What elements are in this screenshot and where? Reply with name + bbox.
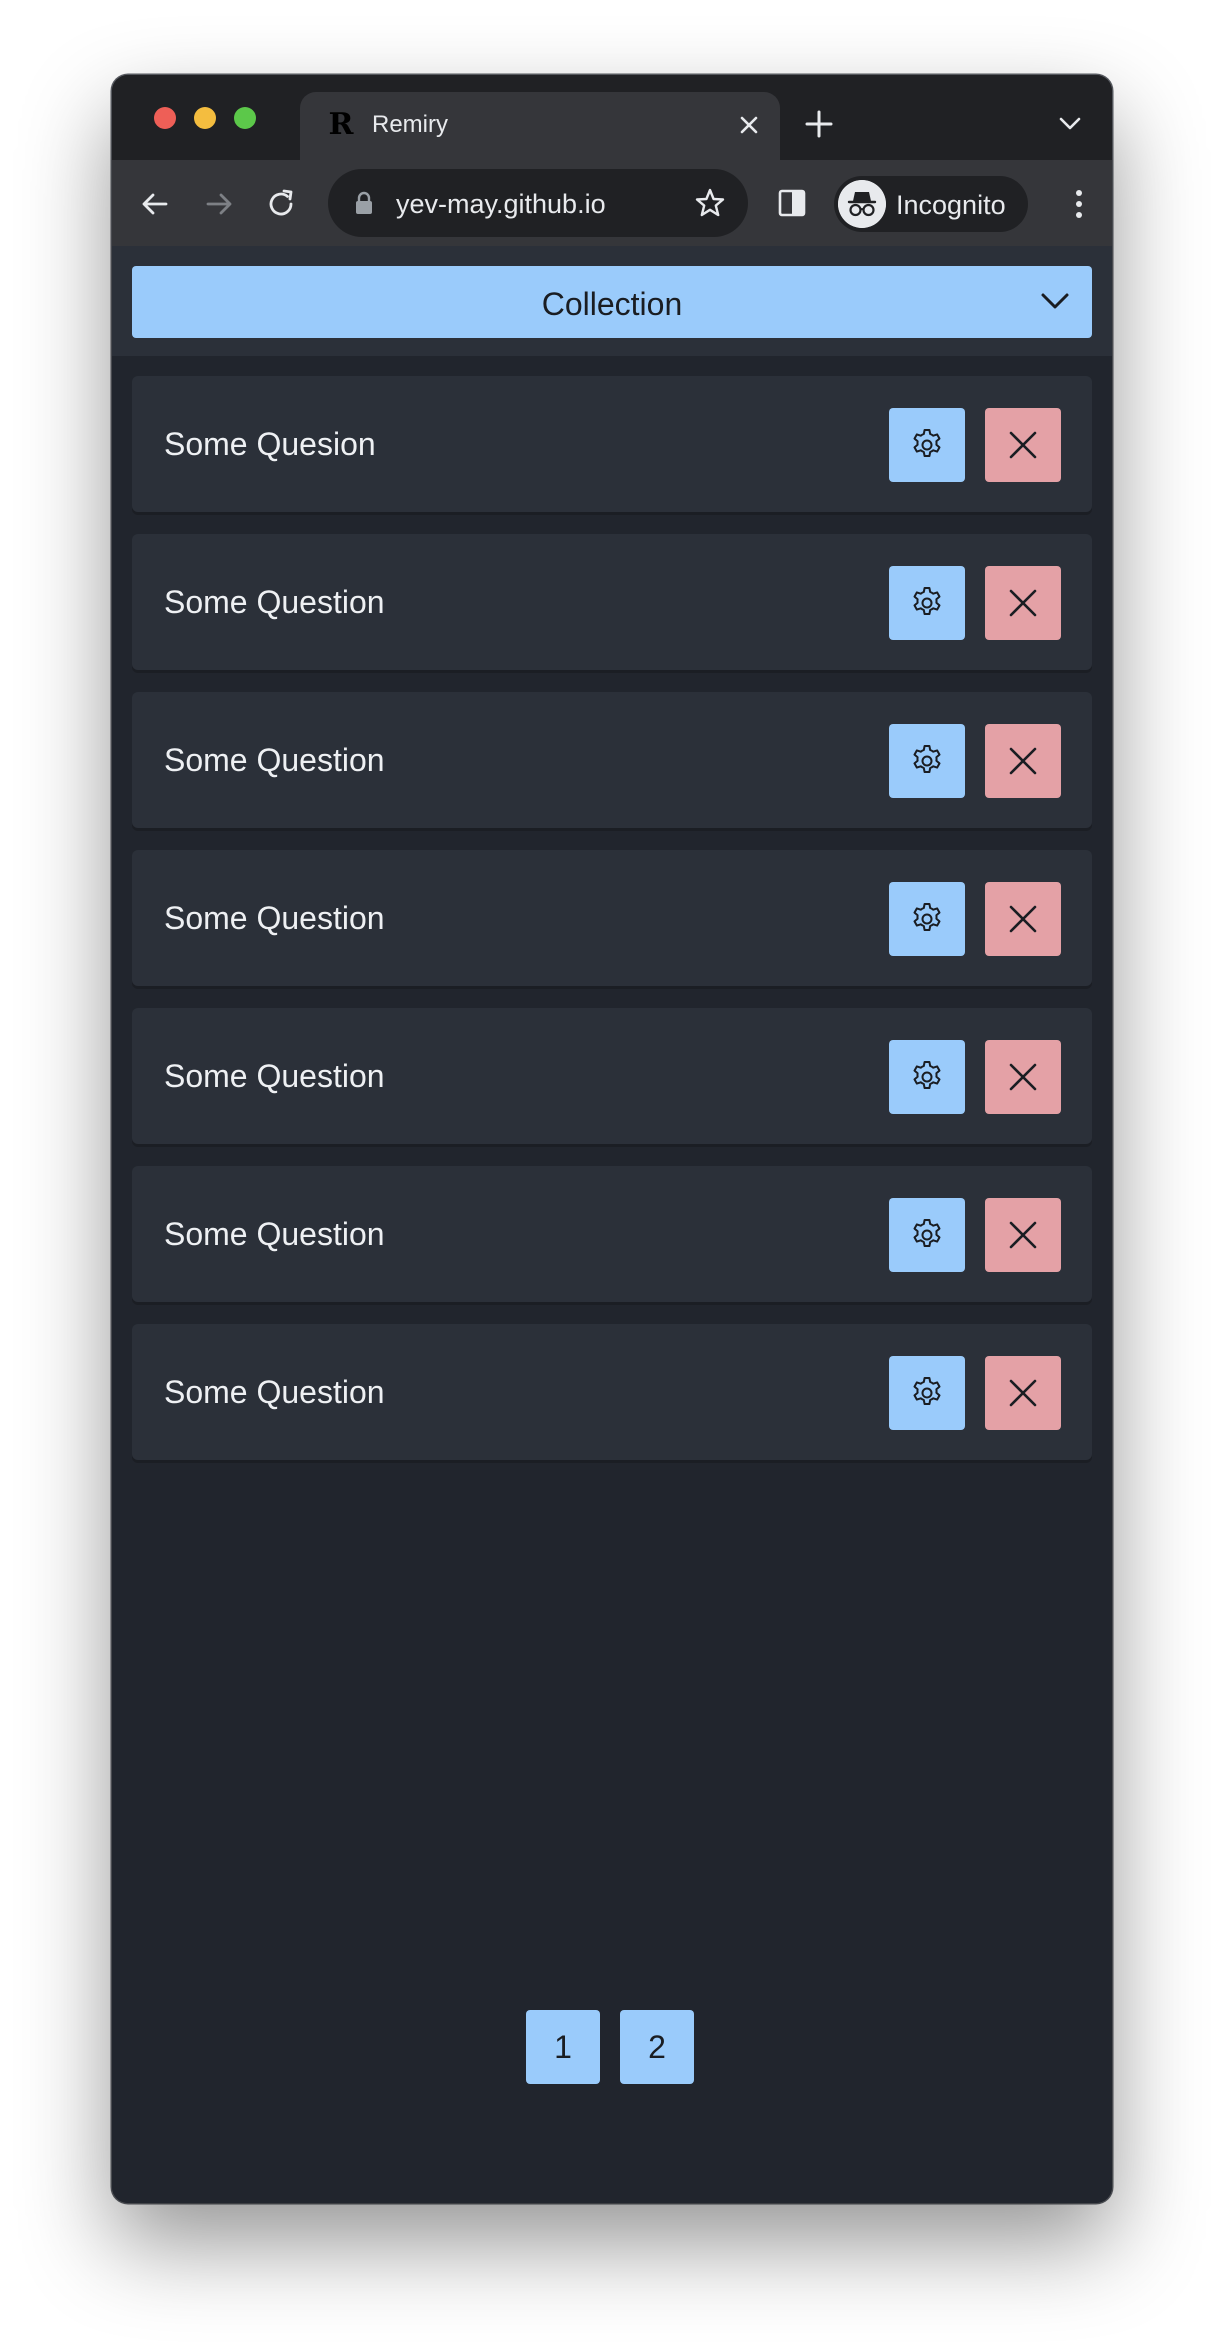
question-row[interactable]: Some Question [132, 850, 1092, 986]
more-icon[interactable] [1074, 188, 1084, 220]
minimize-window-button[interactable] [194, 107, 216, 129]
close-icon [1009, 1221, 1037, 1249]
profile-label: Incognito [896, 190, 1006, 220]
page-button-2[interactable]: 2 [620, 2010, 694, 2084]
gear-icon [913, 1377, 941, 1405]
back-icon[interactable] [138, 187, 172, 221]
settings-button[interactable] [889, 408, 965, 482]
new-tab-icon[interactable] [804, 109, 834, 139]
tab-strip: R Remiry [112, 75, 1112, 160]
question-label: Some Question [164, 1216, 385, 1252]
close-icon [1009, 747, 1037, 775]
settings-button[interactable] [889, 882, 965, 956]
delete-button[interactable] [985, 724, 1061, 798]
question-row[interactable]: Some Question [132, 534, 1092, 670]
collection-label: Collection [541, 286, 683, 322]
question-label: Some Question [164, 584, 385, 620]
reload-icon[interactable] [264, 187, 298, 221]
question-label: Some Question [164, 1374, 385, 1410]
tab-search-chevron-icon[interactable] [1058, 115, 1082, 133]
incognito-icon [838, 180, 886, 228]
side-panel-icon[interactable] [776, 187, 808, 219]
gear-icon [913, 587, 941, 615]
gear-icon [913, 1219, 941, 1247]
browser-toolbar: yev-may.github.io Incognito [112, 160, 1112, 247]
close-icon [1009, 431, 1037, 459]
profile-button[interactable]: Incognito [834, 176, 1028, 232]
delete-button[interactable] [985, 566, 1061, 640]
delete-button[interactable] [985, 408, 1061, 482]
browser-window: R Remiry yev-may.github.io Incognito Col… [112, 75, 1112, 2203]
question-label: Some Question [164, 900, 385, 936]
collection-header: Collection [112, 246, 1112, 356]
gear-icon [913, 429, 941, 457]
question-label: Some Quesion [164, 426, 376, 462]
close-icon [1009, 1063, 1037, 1091]
delete-button[interactable] [985, 882, 1061, 956]
question-row[interactable]: Some Quesion [132, 376, 1092, 512]
lock-icon [356, 191, 372, 214]
question-row[interactable]: Some Question [132, 1324, 1092, 1460]
forward-icon[interactable] [202, 187, 236, 221]
settings-button[interactable] [889, 1198, 965, 1272]
close-icon [1009, 1379, 1037, 1407]
url-text: yev-may.github.io [396, 189, 606, 219]
delete-button[interactable] [985, 1040, 1061, 1114]
close-window-button[interactable] [154, 107, 176, 129]
collection-dropdown[interactable]: Collection [132, 266, 1092, 338]
tab-title: Remiry [372, 111, 448, 138]
question-row[interactable]: Some Question [132, 1166, 1092, 1302]
tab-close-icon[interactable] [734, 110, 764, 140]
settings-button[interactable] [889, 1040, 965, 1114]
close-icon [1009, 905, 1037, 933]
favicon-icon: R [324, 106, 358, 144]
gear-icon [913, 745, 941, 773]
gear-icon [913, 903, 941, 931]
page-content: Collection Some Quesion Some Question Some… [112, 246, 1112, 2203]
tab-remiry[interactable]: R Remiry [300, 92, 780, 160]
settings-button[interactable] [889, 566, 965, 640]
address-bar[interactable]: yev-may.github.io [328, 169, 748, 237]
question-label: Some Question [164, 742, 385, 778]
page-button-1[interactable]: 1 [526, 2010, 600, 2084]
settings-button[interactable] [889, 1356, 965, 1430]
question-list: Some Quesion Some Question Some Question So… [132, 376, 1092, 1482]
chevron-down-icon [1041, 293, 1069, 309]
close-icon [1009, 589, 1037, 617]
delete-button[interactable] [985, 1198, 1061, 1272]
delete-button[interactable] [985, 1356, 1061, 1430]
settings-button[interactable] [889, 724, 965, 798]
maximize-window-button[interactable] [234, 107, 256, 129]
question-row[interactable]: Some Question [132, 1008, 1092, 1144]
question-row[interactable]: Some Question [132, 692, 1092, 828]
question-label: Some Question [164, 1058, 385, 1094]
star-icon[interactable] [694, 187, 726, 219]
gear-icon [913, 1061, 941, 1089]
